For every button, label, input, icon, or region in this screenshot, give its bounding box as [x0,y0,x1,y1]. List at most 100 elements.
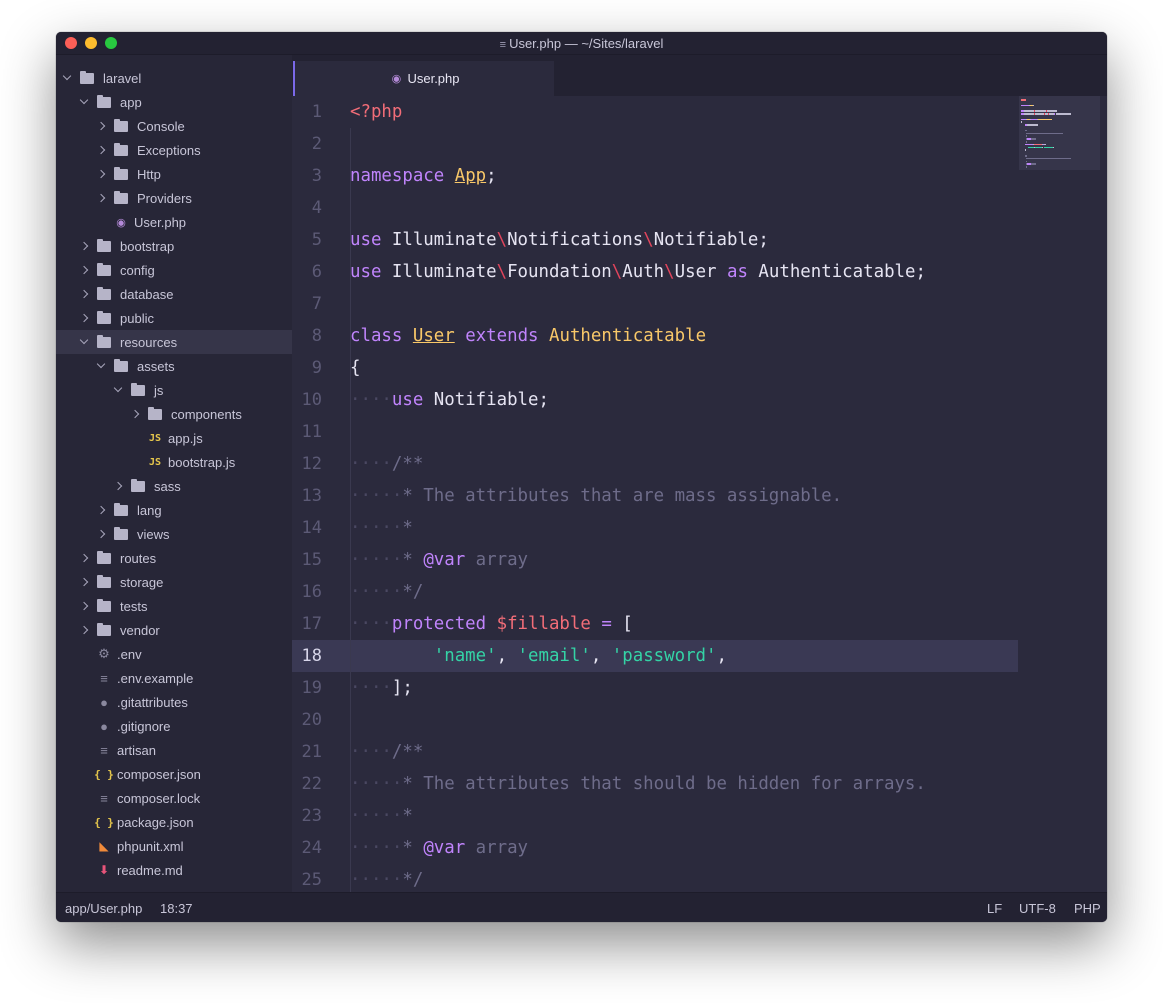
chevron-right-icon[interactable] [80,578,88,586]
code-line[interactable]: class User extends Authenticatable [350,320,706,352]
code-line[interactable]: 'name', 'email', 'password', [350,640,727,672]
folder-icon [114,526,128,540]
chevron-right-icon[interactable] [80,554,88,562]
status-file-path[interactable]: app/User.php [65,901,142,916]
code-line[interactable]: ·····* The attributes that should be hid… [350,768,926,800]
tree-item-views[interactable]: views [56,522,292,546]
code-line[interactable]: use Illuminate\Notifications\Notifiable; [350,224,769,256]
tree-item-storage[interactable]: storage [56,570,292,594]
line-number: 6 [311,262,322,282]
tree-item-bootstrap-js[interactable]: JS bootstrap.js [56,450,292,474]
tree-item-package-json[interactable]: { } package.json [56,810,292,834]
status-grammar[interactable]: PHP [1074,901,1101,916]
code-line[interactable]: <?php [350,96,402,128]
tree-item-gitattributes[interactable]: ● .gitattributes [56,690,292,714]
code-token: /** [391,454,424,474]
code-token: \ [611,262,623,282]
code-line[interactable]: use Illuminate\Foundation\Auth\User as A… [350,256,926,288]
tree-item-laravel[interactable]: laravel [56,66,292,90]
chevron-right-icon[interactable] [97,122,105,130]
chevron-down-icon[interactable] [80,98,88,106]
tree-item-composer-lock[interactable]: ≡ composer.lock [56,786,292,810]
code-editor[interactable]: 1 <?php 2 3 namespace App; 4 5 use Illuminate\N… [292,96,1107,892]
tree-item-readme-md[interactable]: ⬇ readme.md [56,858,292,882]
tree-item-config[interactable]: config [56,258,292,282]
tree-item-sass[interactable]: sass [56,474,292,498]
code-line[interactable]: ····]; [350,672,413,704]
chevron-right-icon[interactable] [97,506,105,514]
code-line[interactable]: ·····* @var array [350,832,528,864]
chevron-down-icon[interactable] [97,362,105,370]
code-token: , [716,646,727,666]
code-line[interactable]: namespace App; [350,160,497,192]
minimap-line [1033,143,1042,146]
status-line-ending[interactable]: LF [987,901,1002,916]
tree-item-vendor[interactable]: vendor [56,618,292,642]
tree-item-env[interactable]: ⚙ .env [56,642,292,666]
status-encoding[interactable]: UTF-8 [1019,901,1056,916]
code-line[interactable]: ·····*/ [350,576,423,608]
chevron-right-icon[interactable] [97,146,105,154]
code-line[interactable]: ····protected $fillable = [ [350,608,633,640]
code-line[interactable]: ·····*/ [350,864,423,892]
chevron-down-icon[interactable] [114,386,122,394]
chevron-down-icon[interactable] [80,338,88,346]
chevron-right-icon[interactable] [80,290,88,298]
tree-item-tests[interactable]: tests [56,594,292,618]
code-line[interactable]: ····use Notifiable; [350,384,549,416]
tree-item-assets[interactable]: assets [56,354,292,378]
minimap[interactable] [1019,96,1100,170]
tree-item-providers[interactable]: Providers [56,186,292,210]
tree-item-bootstrap[interactable]: bootstrap [56,234,292,258]
chevron-right-icon[interactable] [80,242,88,250]
tree-item-routes[interactable]: routes [56,546,292,570]
chevron-right-icon[interactable] [80,626,88,634]
tree-item-gitignore[interactable]: ● .gitignore [56,714,292,738]
code-line[interactable]: ····/** [350,736,423,768]
tree-item-lang[interactable]: lang [56,498,292,522]
tree-item-http[interactable]: Http [56,162,292,186]
code-line[interactable]: ·····* The attributes that are mass assi… [350,480,842,512]
chevron-right-icon[interactable] [97,530,105,538]
tree-item-console[interactable]: Console [56,114,292,138]
tree-item-app[interactable]: app [56,90,292,114]
file-tree[interactable]: laravel app Console Exceptions Http Providers… [56,55,292,892]
chevron-right-icon[interactable] [80,314,88,322]
tree-item-resources[interactable]: resources [56,330,292,354]
tree-item-composer-json[interactable]: { } composer.json [56,762,292,786]
code-line[interactable]: ····/** [350,448,423,480]
tree-item-js[interactable]: js [56,378,292,402]
code-line[interactable]: { [350,352,360,384]
status-cursor-position[interactable]: 18:37 [160,901,193,916]
whitespace-marker: ····· [350,806,403,826]
folder-icon [148,406,162,420]
tree-item-components[interactable]: components [56,402,292,426]
tab-user-php[interactable]: ◉ User.php [293,61,554,96]
text-file-icon: ≡ [100,670,108,686]
code-line[interactable]: ·····* @var array [350,544,528,576]
chevron-right-icon[interactable] [80,602,88,610]
tree-item-exceptions[interactable]: Exceptions [56,138,292,162]
tree-item-artisan[interactable]: ≡ artisan [56,738,292,762]
chevron-right-icon[interactable] [97,194,105,202]
tree-item-label: components [171,406,242,422]
chevron-right-icon[interactable] [131,410,139,418]
tree-item-public[interactable]: public [56,306,292,330]
tree-item-env-example[interactable]: ≡ .env.example [56,666,292,690]
line-number: 24 [301,838,322,858]
line-number: 25 [301,870,322,890]
chevron-right-icon[interactable] [80,266,88,274]
tree-item-phpunit-xml[interactable]: ◣ phpunit.xml [56,834,292,858]
code-line[interactable]: ·····* [350,512,413,544]
tree-item-database[interactable]: database [56,282,292,306]
code-token: namespace [350,166,445,186]
tree-item-app-js[interactable]: JS app.js [56,426,292,450]
code-line[interactable]: ·····* [350,800,413,832]
chevron-right-icon[interactable] [114,482,122,490]
tree-item-label: .gitattributes [117,694,188,710]
chevron-down-icon[interactable] [63,74,71,82]
title-bar[interactable]: ≡ User.php — ~/Sites/laravel [56,32,1107,55]
tree-item-user-php[interactable]: ◉ User.php [56,210,292,234]
chevron-right-icon[interactable] [97,170,105,178]
